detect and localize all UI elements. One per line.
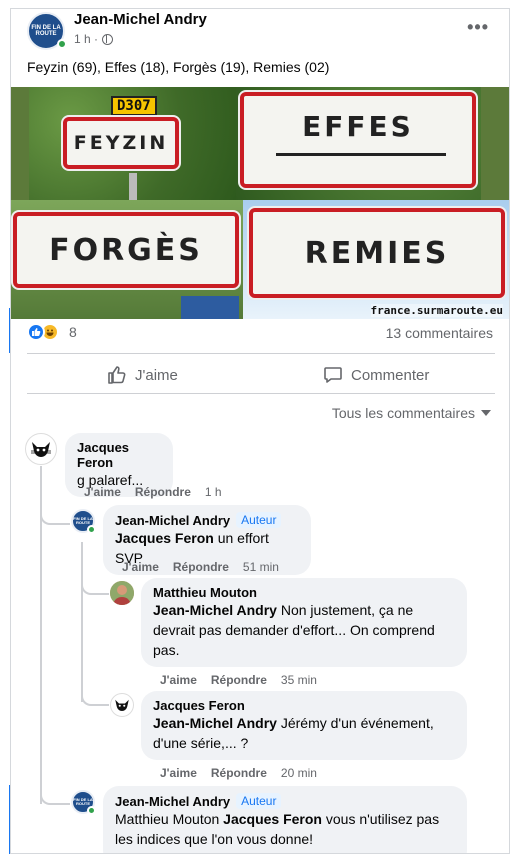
comment-reply-link[interactable]: Répondre: [173, 560, 229, 574]
person-photo-icon: [110, 581, 134, 605]
post-card: FIN DE LA ROUTE Jean-Michel Andry 1 h · …: [10, 8, 510, 854]
divider: [27, 353, 495, 354]
strike-line: [276, 153, 446, 156]
comment-header: Jean-Michel Andry Auteur: [115, 793, 455, 809]
like-label: J'aime: [135, 366, 178, 384]
comment-author[interactable]: Jean-Michel Andry: [115, 794, 230, 809]
comment-author[interactable]: Jean-Michel Andry: [115, 513, 230, 528]
reaction-summary[interactable]: 8: [27, 323, 77, 341]
commenter-avatar[interactable]: [25, 433, 57, 465]
comment-text: Matthieu Mouton Jacques Feron vous n'uti…: [115, 809, 455, 849]
comment-actions: J'aime Répondre 1 h: [84, 485, 222, 499]
cat-avatar-icon: [31, 442, 51, 457]
comment-like-link[interactable]: J'aime: [160, 673, 197, 687]
author-badge: Auteur: [236, 512, 282, 528]
comment-text: Jean-Michel Andry Jérémy d'un événement,…: [153, 713, 455, 753]
post-photo[interactable]: D307 FEYZIN EFFES FORGÈS REMIES france.s…: [11, 87, 509, 319]
photo-tile-forges: FORGÈS: [11, 200, 243, 319]
online-indicator: [57, 39, 67, 49]
thread-connector: [81, 583, 109, 595]
comment-count[interactable]: 13 commentaires: [386, 325, 493, 341]
post-time[interactable]: 1 h ·: [74, 32, 98, 46]
photo-tile-remies: REMIES: [243, 200, 509, 319]
photo-tile-effes: EFFES: [236, 87, 481, 200]
post-author[interactable]: Jean-Michel Andry: [74, 11, 207, 28]
comment-reply-link[interactable]: Répondre: [135, 485, 191, 499]
comment-prefix: Matthieu Mouton: [115, 811, 224, 827]
comment-mention[interactable]: Jean-Michel Andry: [153, 602, 277, 618]
online-indicator: [87, 806, 96, 815]
comment-mention[interactable]: Jacques Feron: [115, 530, 214, 546]
globe-icon: [102, 33, 114, 45]
comment-filter-label: Tous les commentaires: [331, 405, 475, 421]
comment-time[interactable]: 35 min: [281, 673, 317, 687]
comment-time[interactable]: 51 min: [243, 560, 279, 574]
post-meta: 1 h ·: [74, 32, 114, 46]
comment-actions: J'aime Répondre 35 min: [160, 673, 317, 687]
thread-line: [81, 542, 83, 702]
comment-actions: J'aime Répondre 20 min: [160, 766, 317, 780]
caret-down-icon: [481, 410, 491, 416]
comment-time[interactable]: 1 h: [205, 485, 222, 499]
sign-remies: REMIES: [249, 208, 505, 298]
sign-forges: FORGÈS: [13, 212, 239, 288]
comment-reply-link[interactable]: Répondre: [211, 766, 267, 780]
avatar-logo-text: FIN DE LA ROUTE: [73, 516, 93, 525]
cat-avatar-icon: [115, 699, 129, 711]
comment-filter-dropdown[interactable]: Tous les commentaires: [332, 405, 491, 421]
photo-watermark: france.surmaroute.eu: [370, 304, 503, 317]
like-reaction-icon: [27, 323, 45, 341]
comment-bubble: Jacques Feron Jean-Michel Andry Jérémy d…: [141, 691, 467, 760]
comment-bubble: Jean-Michel Andry Auteur Matthieu Mouton…: [103, 786, 467, 853]
comment-time[interactable]: 20 min: [281, 766, 317, 780]
comment-like-link[interactable]: J'aime: [84, 485, 121, 499]
post-text: Feyzin (69), Effes (18), Forgès (19), Re…: [27, 59, 330, 75]
thread-connector: [81, 694, 109, 706]
comment-icon: [324, 367, 342, 383]
comment-mention[interactable]: Jean-Michel Andry: [153, 715, 277, 731]
photo-tile-feyzin: D307 FEYZIN: [29, 87, 236, 200]
online-indicator: [87, 525, 96, 534]
sign-effes: EFFES: [240, 92, 476, 188]
author-badge: Auteur: [236, 793, 282, 809]
comment-label: Commenter: [351, 366, 430, 384]
comment-author[interactable]: Matthieu Mouton: [153, 585, 455, 600]
commenter-avatar[interactable]: [110, 581, 134, 605]
comment-author[interactable]: Jacques Feron: [153, 698, 455, 713]
more-options-icon[interactable]: •••: [467, 17, 489, 38]
comment-author[interactable]: Jacques Feron: [77, 440, 161, 470]
comment-like-link[interactable]: J'aime: [122, 560, 159, 574]
comment-like-link[interactable]: J'aime: [160, 766, 197, 780]
avatar-logo-text: FIN DE LA ROUTE: [73, 797, 93, 806]
thread-connector: [40, 509, 70, 525]
road-plate: D307: [111, 96, 157, 116]
thread-connector: [40, 789, 70, 805]
avatar-logo-text: FIN DE LA ROUTE: [31, 25, 61, 37]
thumbs-up-icon: [108, 366, 126, 384]
comment-header: Jean-Michel Andry Auteur: [115, 512, 299, 528]
comment-actions: J'aime Répondre 51 min: [122, 560, 279, 574]
sign-feyzin: FEYZIN: [63, 117, 179, 169]
commenter-avatar[interactable]: [110, 693, 134, 717]
comment-bubble: Matthieu Mouton Jean-Michel Andry Non ju…: [141, 578, 467, 667]
like-button[interactable]: J'aime: [107, 365, 178, 385]
comment-button[interactable]: Commenter: [323, 365, 429, 385]
comment-text: Jean-Michel Andry Non justement, ça ne d…: [153, 600, 455, 660]
comment-reply-link[interactable]: Répondre: [211, 673, 267, 687]
reaction-count: 8: [69, 324, 77, 340]
comment-mention[interactable]: Jacques Feron: [223, 811, 322, 827]
divider: [27, 393, 495, 394]
